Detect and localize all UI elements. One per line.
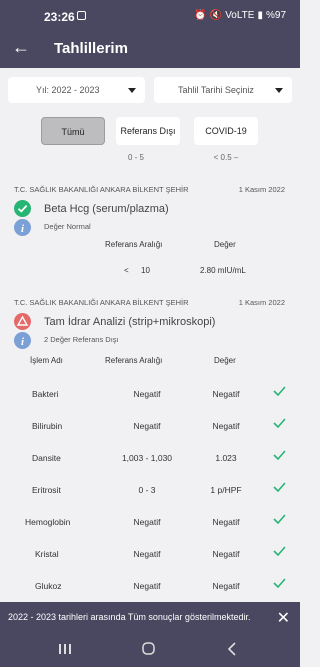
- card1-ref-operator: <: [124, 266, 129, 275]
- card1-test-name[interactable]: Beta Hcg (serum/plazma): [44, 203, 169, 215]
- chevron-down-icon: [275, 88, 283, 93]
- check-icon: [273, 450, 286, 461]
- card1-value: 2.80 mIU/mL: [200, 266, 246, 275]
- year-value: Yıl: 2022 - 2023: [36, 85, 100, 95]
- card1-note: Değer Normal: [44, 222, 91, 231]
- info-icon[interactable]: i: [14, 219, 31, 236]
- row-value: Negatif: [212, 389, 240, 399]
- info-toast: 2022 - 2023 tarihleri arasında Tüm sonuç…: [0, 602, 300, 630]
- row-name: Kristal: [35, 549, 59, 559]
- card2-header-ref: Referans Aralığı: [105, 356, 163, 365]
- signal-text: VoLTE: [225, 10, 255, 21]
- info-icon[interactable]: i: [14, 332, 31, 349]
- svg-text:i: i: [21, 223, 25, 235]
- svg-text:i: i: [21, 336, 25, 348]
- card2-date: 1 Kasım 2022: [238, 298, 285, 307]
- check-icon: [273, 514, 286, 525]
- card1-ref-header: Referans Aralığı: [105, 240, 163, 249]
- notification-icon: [77, 11, 86, 20]
- chevron-down-icon: [128, 88, 136, 93]
- recents-icon[interactable]: [58, 642, 72, 660]
- warning-icon: [14, 313, 31, 330]
- page-title: Tahlillerim: [54, 40, 128, 57]
- row-value: Negatif: [212, 581, 240, 591]
- app-bar: ← Tahlillerim: [0, 30, 300, 68]
- card2-note: 2 Değer Referans Dışı: [44, 335, 119, 344]
- card1-institution: T.C. SAĞLIK BAKANLIĞI ANKARA BİLKENT ŞEH…: [14, 185, 189, 194]
- row-name: Bakteri: [32, 389, 59, 399]
- row-ref: 1,003 - 1,030: [121, 453, 173, 463]
- mute-icon: 🔇: [209, 10, 223, 21]
- row-value: Negatif: [212, 517, 240, 527]
- year-dropdown[interactable]: Yıl: 2022 - 2023: [8, 77, 145, 103]
- date-dropdown[interactable]: Tahlil Tarihi Seçiniz: [154, 77, 292, 103]
- row-name: Dansite: [32, 453, 61, 463]
- row-ref: Negatif: [133, 517, 161, 527]
- back-arrow-icon[interactable]: ←: [12, 37, 30, 58]
- card2-header-name: İşlem Adı: [30, 356, 63, 365]
- row-name: Hemoglobin: [25, 517, 71, 527]
- tab-out-of-range[interactable]: Referans Dışı: [116, 117, 180, 145]
- check-icon: [273, 386, 286, 397]
- back-icon[interactable]: [227, 642, 237, 661]
- card1-value-header: Değer: [214, 240, 236, 249]
- date-placeholder: Tahlil Tarihi Seçiniz: [178, 85, 254, 95]
- card2-header-value: Değer: [214, 356, 236, 365]
- signal-icon: ▮: [257, 10, 263, 21]
- home-icon[interactable]: [142, 642, 156, 661]
- card1-date: 1 Kasım 2022: [238, 185, 285, 194]
- row-name: Bilirubin: [32, 421, 63, 431]
- row-value: 1.023: [215, 453, 237, 463]
- row-value: 1 p/HPF: [210, 485, 242, 495]
- card1-ref-value: 10: [141, 266, 150, 275]
- system-nav-bar: [0, 630, 300, 667]
- check-icon: [273, 482, 286, 493]
- range-label-2: < 0.5 –: [213, 153, 239, 162]
- row-ref: Negatif: [133, 549, 161, 559]
- row-ref: 0 - 3: [138, 485, 156, 495]
- check-icon: [273, 418, 286, 429]
- row-name: Eritrosit: [32, 485, 61, 495]
- tab-covid[interactable]: COVID-19: [194, 117, 258, 145]
- toast-message: 2022 - 2023 tarihleri arasında Tüm sonuç…: [8, 612, 251, 622]
- row-ref: Negatif: [133, 389, 161, 399]
- status-right: ⏰ 🔇 VoLTE ▮ %97: [194, 10, 286, 21]
- battery-text: %97: [265, 10, 286, 21]
- close-icon[interactable]: ✕: [277, 608, 290, 628]
- card2-test-name[interactable]: Tam İdrar Analizi (strip+mikroskopi): [44, 316, 215, 328]
- check-circle-icon: [14, 200, 31, 217]
- card2-institution: T.C. SAĞLIK BAKANLIĞI ANKARA BİLKENT ŞEH…: [14, 298, 189, 307]
- status-bar: 23:26 ⏰ 🔇 VoLTE ▮ %97: [0, 0, 300, 30]
- row-name: Glukoz: [35, 581, 62, 591]
- range-label-1: 0 - 5: [127, 153, 144, 162]
- row-ref: Negatif: [133, 421, 161, 431]
- alarm-icon: ⏰: [194, 10, 207, 21]
- row-ref: Negatif: [133, 581, 161, 591]
- check-icon: [273, 578, 286, 589]
- status-time: 23:26: [44, 10, 75, 24]
- tab-all[interactable]: Tümü: [41, 117, 105, 145]
- row-value: Negatif: [212, 549, 240, 559]
- check-icon: [273, 546, 286, 557]
- row-value: Negatif: [212, 421, 240, 431]
